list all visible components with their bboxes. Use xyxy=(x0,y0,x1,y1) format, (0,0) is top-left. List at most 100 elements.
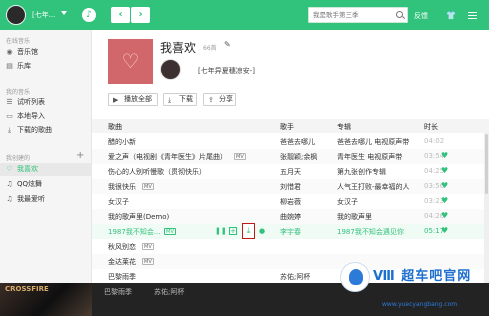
liked-heart-icon[interactable]: ♥ xyxy=(441,197,448,205)
header-song[interactable]: 歌曲 xyxy=(108,122,122,132)
user-dropdown-icon[interactable] xyxy=(61,11,67,15)
note-icon: ♫ xyxy=(6,195,13,203)
liked-heart-icon[interactable]: ♥ xyxy=(441,182,448,190)
game-ad-banner[interactable]: CROSSFIRE xyxy=(0,283,92,316)
sidebar-item-downloads[interactable]: ⤓ 下载的歌曲 xyxy=(0,124,91,137)
song-artist[interactable]: 柳岩薇 xyxy=(280,197,301,207)
share-button[interactable]: ⇪ 分享 xyxy=(203,93,236,106)
playlist-title: 我喜欢 xyxy=(160,41,197,55)
song-title[interactable]: 爱之声（电视剧《青年医生》片尾曲） xyxy=(108,152,226,162)
song-artist[interactable]: 五月天 xyxy=(280,167,301,177)
song-title[interactable]: 女汉子 xyxy=(108,197,129,207)
song-album[interactable]: 爸爸去哪儿 电视原声带 xyxy=(337,137,409,147)
song-album[interactable]: 第九张创作专辑 xyxy=(337,167,386,177)
song-album[interactable]: 女汉子 xyxy=(337,197,358,207)
owner-avatar[interactable] xyxy=(160,59,181,80)
song-artist[interactable]: 刘惜君 xyxy=(280,182,301,192)
header-album[interactable]: 专辑 xyxy=(337,122,351,132)
scrollbar-thumb[interactable] xyxy=(485,134,488,194)
song-title[interactable]: 1987我不知会... xyxy=(108,227,161,237)
more-icon[interactable]: ● xyxy=(259,227,265,235)
song-album[interactable]: 1987我不知会遇见你 xyxy=(337,227,404,237)
feedback-link[interactable]: 反馈 xyxy=(414,11,428,21)
sidebar-item-qq-dance[interactable]: ♫ QQ炫舞 xyxy=(0,178,91,191)
sidebar-item-label: 乐库 xyxy=(17,62,31,70)
mv-badge[interactable]: MV xyxy=(164,228,176,235)
download-button[interactable]: ⤓ 下载 xyxy=(163,93,197,106)
sidebar-item-music-hall[interactable]: ◉ 音乐馆 xyxy=(0,46,91,59)
table-row[interactable]: 伤心的人别听慢歌（贯彻快乐） 五月天 第九张创作专辑 04:25 ♥ xyxy=(92,164,489,179)
search-icon[interactable] xyxy=(396,11,403,18)
search-box[interactable] xyxy=(308,7,408,23)
download-label: 下载 xyxy=(179,95,193,103)
sidebar-item-label: 音乐馆 xyxy=(17,48,38,56)
play-all-button[interactable]: ▶ 播放全部 xyxy=(108,93,158,106)
user-name[interactable]: [七年... xyxy=(32,10,55,20)
add-playlist-button[interactable]: + xyxy=(76,151,84,161)
mv-badge[interactable]: MV xyxy=(142,258,154,265)
sidebar-item-trial-list[interactable]: ☰ 试听列表 xyxy=(0,96,91,109)
player-bar: 巴黎雨季 苏佑;阿杯 xyxy=(92,283,489,316)
song-count: 66首 xyxy=(203,45,217,52)
table-row[interactable]: 女汉子 柳岩薇 女汉子 03:23 ♥ xyxy=(92,194,489,209)
song-artist[interactable]: 曲婉婷 xyxy=(280,212,301,222)
watermark-text: Ⅷ 超车吧官网 xyxy=(373,269,472,284)
song-title[interactable]: 我的歌声里(Demo) xyxy=(108,212,169,222)
song-title[interactable]: 伤心的人别听慢歌（贯彻快乐） xyxy=(108,167,206,177)
back-button[interactable]: ‹ xyxy=(111,7,130,23)
liked-heart-icon[interactable]: ♥ xyxy=(441,152,448,160)
liked-heart-icon[interactable]: ♥ xyxy=(441,227,448,235)
pause-icon[interactable]: ❚❚ xyxy=(215,227,227,235)
liked-heart-icon[interactable]: ♥ xyxy=(441,212,448,220)
search-input[interactable] xyxy=(313,8,395,22)
song-artist[interactable]: 苏佑;阿杯 xyxy=(280,272,310,282)
sidebar-item-local-import[interactable]: ▭ 本地导入 xyxy=(0,110,91,123)
sidebar-item-library[interactable]: ▤ 乐库 xyxy=(0,60,91,73)
mv-badge[interactable]: MV xyxy=(234,153,246,160)
sidebar-item-favorites[interactable]: ♡ 我喜欢 xyxy=(0,163,91,176)
note-icon: ♫ xyxy=(6,180,13,188)
header-duration[interactable]: 时长 xyxy=(424,122,438,132)
song-album[interactable]: 人气王打败-最幸福的人 xyxy=(337,182,410,192)
download-icon: ⤓ xyxy=(168,96,172,104)
monitor-icon: ▭ xyxy=(6,112,13,120)
owner-name[interactable]: [七年异夏穗凉安-] xyxy=(198,66,255,76)
skin-icon[interactable]: 👕 xyxy=(446,11,456,20)
table-row[interactable]: 醋的小新 爸爸去哪儿 爸爸去哪儿 电视原声带 04:02 xyxy=(92,134,489,149)
heart-icon: ♡ xyxy=(121,49,140,73)
add-to-list-icon[interactable]: + xyxy=(229,227,237,235)
header-artist[interactable]: 歌手 xyxy=(280,122,294,132)
sidebar-item-label: 下载的歌曲 xyxy=(17,126,52,134)
share-icon: ⇪ xyxy=(208,96,214,104)
mv-badge[interactable]: MV xyxy=(142,243,154,250)
song-title[interactable]: 我很快乐 xyxy=(108,182,136,192)
table-row-hovered[interactable]: 1987我不知会... MV ❚❚ + ⤓ ● 李宇春 1987我不知会遇见你 … xyxy=(92,223,489,239)
menu-icon[interactable] xyxy=(468,12,477,19)
mv-badge[interactable]: MV xyxy=(142,183,154,190)
user-avatar[interactable] xyxy=(6,5,26,25)
table-row[interactable]: 秋风别恋 MV xyxy=(92,239,489,254)
song-artist[interactable]: 张靓颖;余枫 xyxy=(280,152,317,162)
play-all-label: 播放全部 xyxy=(124,95,152,103)
download-icon: ⤓ xyxy=(7,126,12,134)
table-row[interactable]: 爱之声（电视剧《青年医生》片尾曲） MV 张靓颖;余枫 青年医生 电视原声带 0… xyxy=(92,149,489,164)
song-album[interactable]: 我的歌声里 xyxy=(337,212,372,222)
song-title[interactable]: 醋的小新 xyxy=(108,137,136,147)
table-row[interactable]: 我很快乐 MV 刘惜君 人气王打败-最幸福的人 03:56 ♥ xyxy=(92,179,489,194)
song-title[interactable]: 秋风别恋 xyxy=(108,242,136,252)
table-row[interactable]: 我的歌声里(Demo) 曲婉婷 我的歌声里 04:26 ♥ xyxy=(92,209,489,224)
song-duration: 04:02 xyxy=(424,137,445,145)
edit-icon[interactable]: ✎ xyxy=(224,41,231,49)
sidebar: 在线音乐 ◉ 音乐馆 ▤ 乐库 我的音乐 ☰ 试听列表 ▭ 本地导入 ⤓ 下载的… xyxy=(0,30,92,283)
song-title[interactable]: 金达莱花 xyxy=(108,257,136,267)
song-title[interactable]: 巴黎雨季 xyxy=(108,272,136,282)
disc-icon: ◉ xyxy=(6,48,13,56)
forward-button[interactable]: › xyxy=(131,7,150,23)
playlist-cover: ♡ xyxy=(108,39,153,84)
song-artist[interactable]: 李宇春 xyxy=(280,227,301,237)
download-icon[interactable]: ⤓ xyxy=(242,223,255,239)
song-artist[interactable]: 爸爸去哪儿 xyxy=(280,137,315,147)
sidebar-item-most-loved[interactable]: ♫ 我最爱听 xyxy=(0,193,91,206)
song-album[interactable]: 青年医生 电视原声带 xyxy=(337,152,402,162)
liked-heart-icon[interactable]: ♥ xyxy=(441,167,448,175)
